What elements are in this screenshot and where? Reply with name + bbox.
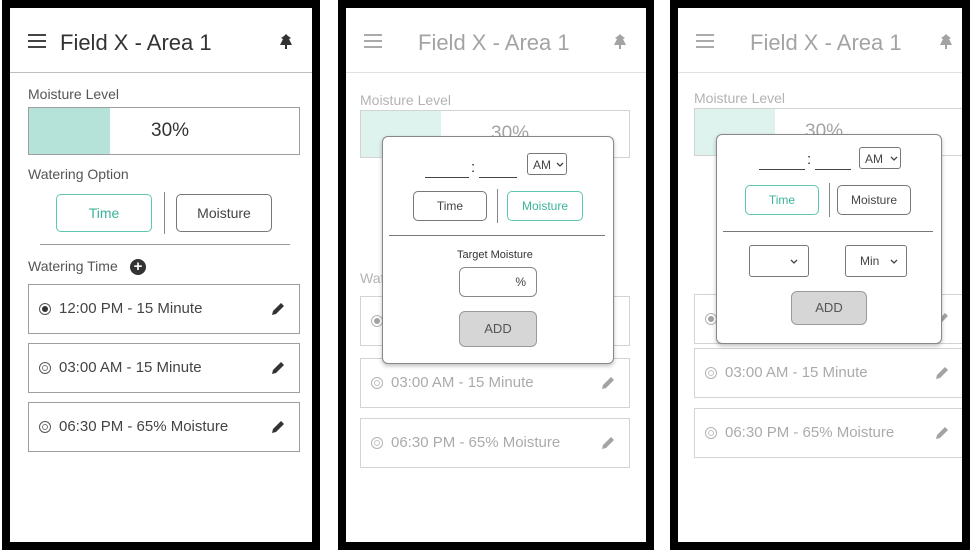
dialog-divider xyxy=(389,235,605,236)
watering-time-item[interactable]: 06:30 PM - 65% Moisture xyxy=(28,402,300,452)
time-option-button[interactable]: Time xyxy=(56,194,152,232)
radio-selected-icon[interactable] xyxy=(39,303,51,315)
app-header: Field X - Area 1 xyxy=(10,8,312,73)
watering-option-label: Watering Option xyxy=(28,166,129,182)
radio-unselected-icon[interactable] xyxy=(39,421,51,433)
watering-time-label: Watering Time xyxy=(28,258,118,274)
ampm-select[interactable]: AM xyxy=(527,153,567,175)
radio-unselected-icon[interactable] xyxy=(39,362,51,374)
bell-icon[interactable] xyxy=(276,32,296,52)
edit-icon[interactable] xyxy=(269,418,287,436)
moisture-level-bar: 30% xyxy=(28,107,300,155)
chevron-down-icon xyxy=(790,259,798,264)
percent-unit: % xyxy=(515,275,526,289)
duration-select[interactable] xyxy=(749,245,809,277)
hour-input[interactable] xyxy=(759,169,805,170)
target-moisture-label: Target Moisture xyxy=(457,249,533,261)
dialog-divider xyxy=(723,231,933,232)
add-button[interactable]: ADD xyxy=(459,311,537,347)
moisture-option-button[interactable]: Moisture xyxy=(176,194,272,232)
moisture-option-button[interactable]: Moisture xyxy=(507,191,583,221)
time-option-button[interactable]: Time xyxy=(745,185,819,215)
chevron-down-icon xyxy=(890,259,898,264)
watering-time-text: 06:30 PM - 65% Moisture xyxy=(59,418,229,435)
phone-screen-time-modal: Field X - Area 1 Moisture Level 30% 12:0… xyxy=(670,0,970,550)
watering-time-item[interactable]: 03:00 AM - 15 Minute xyxy=(28,343,300,393)
ampm-value: AM xyxy=(865,152,883,166)
hour-input[interactable] xyxy=(425,177,469,178)
unit-value: Min xyxy=(860,254,880,268)
watering-time-text: 03:00 AM - 15 Minute xyxy=(59,359,202,376)
chevron-down-icon xyxy=(556,162,564,167)
option-divider xyxy=(497,189,498,223)
phone-screen-main: Field X - Area 1 Moisture Level 30% Wate… xyxy=(2,0,320,550)
ampm-select[interactable]: AM xyxy=(859,147,901,169)
time-colon: : xyxy=(807,151,812,168)
moisture-level-label: Moisture Level xyxy=(28,86,120,102)
option-divider xyxy=(829,183,830,217)
time-option-button[interactable]: Time xyxy=(413,191,487,221)
add-button[interactable]: ADD xyxy=(791,291,867,325)
menu-icon[interactable] xyxy=(28,34,46,48)
watering-time-text: 12:00 PM - 15 Minute xyxy=(59,300,203,317)
moisture-level-value: 30% xyxy=(151,120,190,141)
section-divider xyxy=(40,244,290,245)
moisture-option-button[interactable]: Moisture xyxy=(837,185,911,215)
edit-icon[interactable] xyxy=(269,300,287,318)
add-watering-time-icon[interactable]: + xyxy=(130,259,146,275)
ampm-value: AM xyxy=(533,158,551,172)
moisture-schedule-dialog: : AM Time Moisture Target Moisture % ADD xyxy=(382,136,614,364)
unit-select[interactable]: Min xyxy=(845,245,907,277)
minute-input[interactable] xyxy=(479,177,517,178)
time-schedule-dialog: : AM Time Moisture Min ADD xyxy=(716,134,942,344)
target-moisture-input[interactable]: % xyxy=(459,267,537,297)
moisture-level-fill xyxy=(29,108,110,154)
minute-input[interactable] xyxy=(815,169,851,170)
page-title: Field X - Area 1 xyxy=(60,30,212,55)
phone-screen-moisture-modal: Field X - Area 1 Moisture Level 30% Wate… xyxy=(338,0,654,550)
edit-icon[interactable] xyxy=(269,359,287,377)
time-colon: : xyxy=(471,159,476,176)
watering-time-item[interactable]: 12:00 PM - 15 Minute xyxy=(28,284,300,334)
option-divider xyxy=(164,192,165,234)
chevron-down-icon xyxy=(890,156,898,161)
